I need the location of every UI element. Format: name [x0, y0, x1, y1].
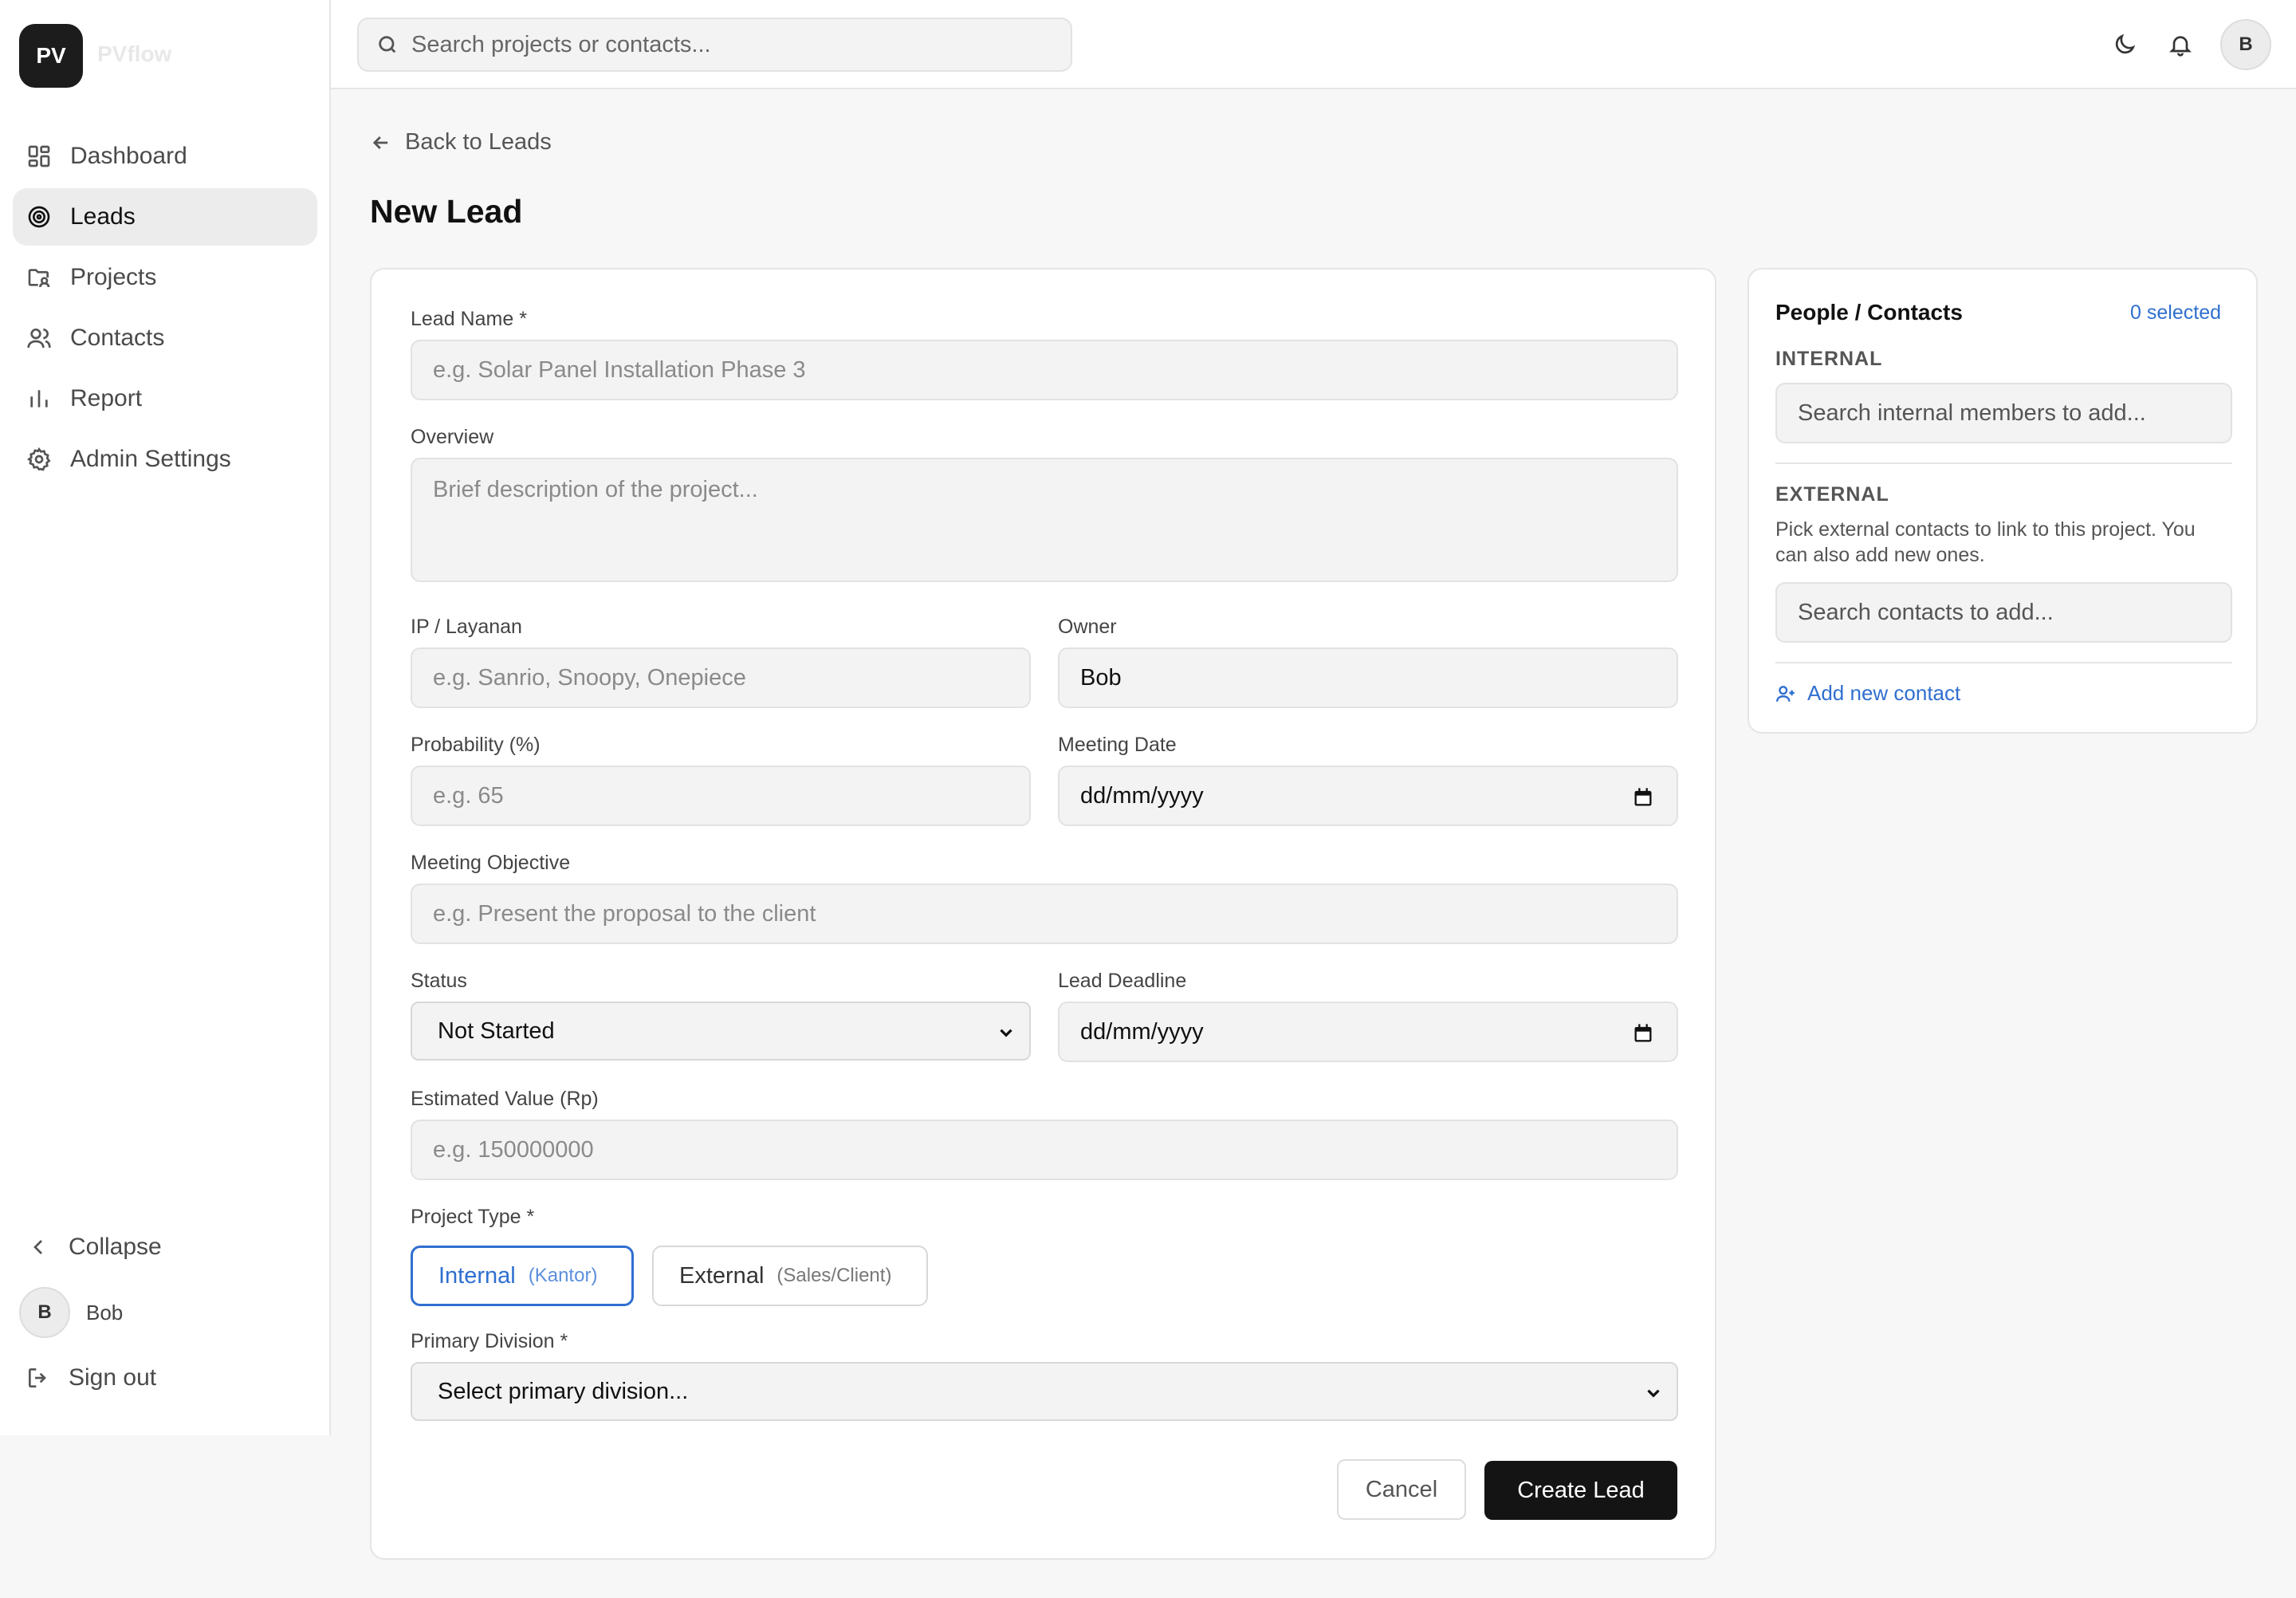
- add-new-contact-label: Add new contact: [1807, 681, 1961, 705]
- owner-label: Owner: [1058, 616, 1117, 638]
- meeting-date-label: Meeting Date: [1058, 734, 1177, 756]
- status-label: Status: [411, 970, 467, 992]
- primary-division-label: Primary Division *: [411, 1330, 568, 1352]
- folder-user-icon: [26, 264, 53, 291]
- sidebar-item-label: Projects: [70, 264, 157, 290]
- theme-toggle-button[interactable]: [2109, 29, 2141, 61]
- chevron-left-icon: [33, 1240, 42, 1254]
- sidebar: PV PVflow Dashboard Leads Projects Conta…: [0, 0, 331, 1435]
- contacts-panel-title: People / Contacts: [1775, 300, 1963, 325]
- meeting-date-value: dd/mm/yyyy: [1080, 782, 1204, 809]
- internal-section-label: INTERNAL: [1775, 348, 1883, 370]
- avatar: B: [19, 1287, 70, 1338]
- dashboard-icon: [26, 143, 53, 170]
- probability-input[interactable]: e.g. 65: [411, 766, 1031, 826]
- top-header: B: [331, 0, 2296, 89]
- project-type-internal-label: Internal: [438, 1262, 516, 1289]
- lead-name-label: Lead Name *: [411, 308, 527, 330]
- sidebar-nav: Dashboard Leads Projects Contacts Report: [13, 128, 317, 491]
- lead-name-input[interactable]: e.g. Solar Panel Installation Phase 3: [411, 340, 1678, 400]
- project-type-label: Project Type *: [411, 1206, 535, 1228]
- bell-icon: [2169, 36, 2192, 57]
- ip-layanan-label: IP / Layanan: [411, 616, 522, 638]
- sidebar-item-label: Report: [70, 385, 143, 411]
- sign-out-button[interactable]: Sign out: [13, 1349, 317, 1407]
- project-type-external-button[interactable]: External (Sales/Client): [652, 1246, 928, 1306]
- chevron-down-icon: [996, 1022, 1016, 1043]
- create-lead-button[interactable]: Create Lead: [1484, 1461, 1677, 1520]
- collapse-label: Collapse: [69, 1234, 162, 1260]
- calendar-icon[interactable]: [1632, 1022, 1654, 1045]
- user-avatar-button[interactable]: B: [2220, 19, 2271, 70]
- probability-label: Probability (%): [411, 734, 541, 756]
- owner-input[interactable]: Bob: [1058, 647, 1678, 708]
- primary-division-value: Select primary division...: [438, 1378, 689, 1404]
- project-type-external-sub: (Sales/Client): [776, 1265, 892, 1286]
- internal-members-search-input[interactable]: Search internal members to add...: [1775, 383, 2232, 443]
- search-icon: [379, 36, 396, 53]
- lead-deadline-label: Lead Deadline: [1058, 970, 1187, 992]
- page-title: New Lead: [370, 193, 523, 230]
- selected-count: 0 selected: [2130, 301, 2221, 324]
- target-icon: [26, 203, 53, 230]
- project-type-external-label: External: [679, 1262, 765, 1289]
- user-plus-icon: [1775, 685, 1795, 702]
- user-name: Bob: [86, 1300, 124, 1324]
- new-lead-form: Lead Name * e.g. Solar Panel Installatio…: [370, 268, 1716, 1560]
- estimated-value-input[interactable]: e.g. 150000000: [411, 1120, 1678, 1180]
- sidebar-item-leads[interactable]: Leads: [13, 188, 317, 246]
- moon-icon: [2115, 33, 2136, 54]
- global-search[interactable]: [357, 18, 1072, 72]
- sign-out-icon: [29, 1368, 46, 1387]
- external-contacts-search-input[interactable]: Search contacts to add...: [1775, 582, 2232, 643]
- sidebar-item-admin-settings[interactable]: Admin Settings: [13, 431, 317, 488]
- add-new-contact-button[interactable]: Add new contact: [1775, 681, 1960, 706]
- estimated-value-label: Estimated Value (Rp): [411, 1088, 599, 1110]
- sidebar-footer: Collapse B Bob Sign out: [13, 1218, 317, 1407]
- sidebar-user[interactable]: B Bob: [13, 1276, 317, 1349]
- external-section-label: EXTERNAL: [1775, 483, 1889, 506]
- overview-textarea[interactable]: Brief description of the project...: [411, 458, 1678, 582]
- back-link-label: Back to Leads: [405, 129, 552, 155]
- external-description: Pick external contacts to link to this p…: [1775, 518, 2196, 566]
- project-type-internal-sub: (Kantor): [528, 1265, 598, 1286]
- search-input[interactable]: [411, 31, 1065, 58]
- bar-chart-icon: [26, 385, 53, 412]
- notifications-button[interactable]: [2164, 29, 2196, 61]
- sidebar-item-contacts[interactable]: Contacts: [13, 309, 317, 367]
- meeting-objective-label: Meeting Objective: [411, 852, 571, 874]
- sidebar-item-report[interactable]: Report: [13, 370, 317, 427]
- divider: [1775, 662, 2232, 663]
- sign-out-label: Sign out: [69, 1364, 157, 1391]
- lead-deadline-input[interactable]: dd/mm/yyyy: [1058, 1002, 1678, 1062]
- arrow-left-icon: [372, 136, 388, 149]
- project-type-internal-button[interactable]: Internal (Kantor): [411, 1246, 634, 1306]
- sidebar-item-projects[interactable]: Projects: [13, 249, 317, 306]
- gear-icon: [26, 446, 53, 473]
- status-select[interactable]: Not Started: [411, 1002, 1031, 1061]
- ip-layanan-input[interactable]: e.g. Sanrio, Snoopy, Onepiece: [411, 647, 1031, 708]
- sidebar-item-label: Contacts: [70, 325, 165, 351]
- primary-division-select[interactable]: Select primary division...: [411, 1362, 1678, 1421]
- sidebar-item-label: Admin Settings: [70, 446, 231, 472]
- calendar-icon[interactable]: [1632, 786, 1654, 809]
- app-logo[interactable]: PV: [19, 24, 83, 88]
- sidebar-item-label: Leads: [70, 203, 136, 230]
- meeting-objective-input[interactable]: e.g. Present the proposal to the client: [411, 884, 1678, 944]
- cancel-button[interactable]: Cancel: [1337, 1459, 1466, 1520]
- app-logo-text: PVflow: [97, 41, 172, 66]
- status-value: Not Started: [438, 1017, 555, 1044]
- collapse-button[interactable]: Collapse: [13, 1218, 317, 1276]
- divider: [1775, 462, 2232, 464]
- back-to-leads-link[interactable]: Back to Leads: [370, 129, 552, 155]
- sidebar-item-label: Dashboard: [70, 143, 187, 169]
- lead-deadline-value: dd/mm/yyyy: [1080, 1018, 1204, 1045]
- meeting-date-input[interactable]: dd/mm/yyyy: [1058, 766, 1678, 826]
- overview-label: Overview: [411, 426, 494, 448]
- sidebar-item-dashboard[interactable]: Dashboard: [13, 128, 317, 185]
- users-icon: [26, 325, 53, 352]
- chevron-down-icon: [1643, 1383, 1664, 1403]
- people-contacts-panel: People / Contacts 0 selected INTERNAL Se…: [1748, 268, 2258, 734]
